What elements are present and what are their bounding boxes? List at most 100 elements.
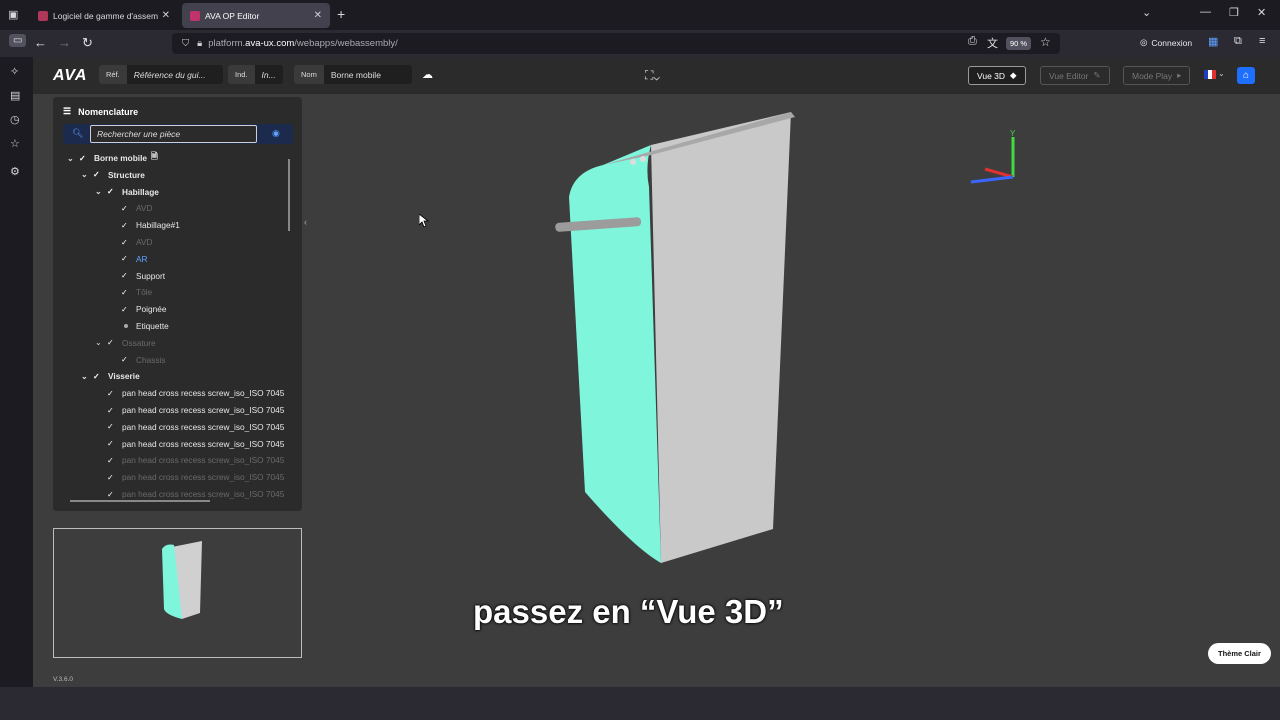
chevron-down-icon[interactable]: ⌄ [1218, 69, 1225, 78]
tree-item[interactable]: ✓ pan head cross recess screw_iso_ISO 704… [95, 452, 284, 468]
tree-item[interactable]: ✓ Chassis [109, 352, 166, 368]
tree-item[interactable]: ⌄ ✓ Borne mobile 🗎 [67, 150, 158, 166]
vue3d-button[interactable]: Vue 3D ◆ [968, 66, 1026, 85]
tree-item[interactable]: ✓ pan head cross recess screw_iso_ISO 704… [95, 469, 284, 485]
browser-tab-1[interactable]: Logiciel de gamme d'assemblage ✕ [30, 3, 178, 28]
search-input[interactable] [90, 125, 257, 143]
tree-item[interactable]: ✓ AR [109, 251, 148, 267]
tree-item[interactable]: ✓ Habillage#1 [109, 217, 180, 233]
back-icon[interactable]: ← [34, 35, 47, 50]
checkbox-icon[interactable]: ✓ [121, 221, 131, 230]
axis-gizmo[interactable]: Y [963, 127, 1023, 197]
cloud-icon[interactable]: ☁ [422, 68, 433, 81]
tree-item[interactable]: ✓ pan head cross recess screw_iso_ISO 704… [95, 436, 284, 452]
tree-item[interactable]: ✓ AVD [109, 234, 152, 250]
checkbox-icon[interactable]: ✓ [121, 238, 131, 247]
home-icon[interactable]: ⌂ [1237, 67, 1255, 84]
checkbox-icon[interactable]: ✓ [107, 490, 117, 499]
checkbox-icon[interactable]: ✓ [93, 372, 103, 381]
browser-tab-2[interactable]: AVA OP Editor ✕ [182, 3, 330, 28]
connexion-button[interactable]: ◎ Connexion [1140, 37, 1192, 48]
checkbox-icon[interactable]: ✓ [107, 422, 117, 431]
checkbox-icon[interactable]: ✓ [93, 170, 103, 179]
3d-model-viewport[interactable] [533, 97, 833, 577]
chevron-down-icon[interactable]: ⌄ [67, 154, 79, 163]
checkbox-icon[interactable]: ✓ [121, 355, 131, 364]
tree-item[interactable]: ⌄ ✓ Visserie [81, 368, 140, 384]
tree-scrollbar-horizontal[interactable] [70, 500, 210, 502]
new-tab-icon[interactable]: + [337, 6, 345, 22]
language-flag-icon[interactable] [1204, 70, 1216, 79]
checkbox-icon[interactable]: ✓ [107, 406, 117, 415]
menu-hamburger-icon[interactable]: ≡ [1259, 35, 1265, 47]
checkbox-icon[interactable]: ✓ [121, 204, 131, 213]
sparkle-icon[interactable]: ✧ [10, 65, 19, 78]
tree-item-label: Support [136, 270, 166, 281]
tree-item[interactable]: Etiquette [109, 318, 169, 334]
checkbox-icon[interactable]: ✓ [121, 271, 131, 280]
forward-icon[interactable]: → [58, 35, 71, 50]
mode-play-button[interactable]: Mode Play ▸ [1123, 66, 1191, 85]
gear-icon[interactable]: ⚙ [10, 165, 20, 178]
star-icon[interactable]: ☆ [10, 137, 20, 150]
minimize-icon[interactable]: — [1200, 6, 1211, 18]
index-value: In... [261, 69, 276, 80]
reader-mode-icon[interactable]: ⎙ [968, 35, 977, 48]
eye-icon[interactable]: ◉ [272, 128, 280, 139]
zoom-level[interactable]: 90 % [1006, 37, 1032, 50]
checkbox-icon[interactable]: ✓ [107, 473, 117, 482]
collapse-panel-icon[interactable]: ‹ [304, 217, 307, 227]
chevron-down-icon[interactable]: ⌄ [81, 170, 93, 179]
checkbox-icon[interactable]: ✓ [107, 338, 117, 347]
bookmark-star-icon[interactable]: ☆ [1040, 35, 1051, 49]
chevron-down-icon[interactable]: ⌄ [95, 187, 107, 196]
checkbox-icon[interactable]: ✓ [121, 254, 131, 263]
tree-item[interactable]: ✓ Poignée [109, 301, 166, 317]
tree-item[interactable]: ⌄ ✓ Ossature [95, 335, 156, 351]
chevron-down-icon[interactable]: ⌄ [95, 338, 107, 347]
restore-icon[interactable]: ❐ [1229, 6, 1239, 19]
reference-field[interactable]: Réf. Référence du gui... [99, 65, 223, 84]
tree-item[interactable]: ⌄ ✓ Structure [81, 167, 145, 183]
checkbox-icon[interactable]: ✓ [107, 187, 117, 196]
theme-toggle-button[interactable]: Thème Clair [1208, 643, 1271, 664]
checkbox-icon[interactable]: ✓ [107, 439, 117, 448]
search-icon[interactable]: 🔍︎ [72, 128, 83, 139]
tree-scrollbar-vertical[interactable] [288, 159, 290, 231]
sidebar-toggle-icon[interactable]: ▭ [9, 34, 27, 47]
translate-icon[interactable]: 文 [987, 35, 998, 51]
index-field[interactable]: Ind. In... [228, 65, 283, 84]
chevron-down-icon[interactable]: ⌄ [81, 372, 93, 381]
url-bar[interactable]: ⛉ 🔒︎ platform. ava-ux.com/webapps/webasse… [172, 33, 1060, 54]
document-icon[interactable]: 🗎 [151, 151, 158, 165]
checkbox-icon[interactable]: ✓ [79, 154, 89, 163]
shield-icon[interactable]: ⛉ [182, 38, 189, 49]
chevron-down-icon[interactable]: ⌄ [1142, 6, 1151, 19]
tree-item[interactable]: ⌄ ✓ Habillage [95, 184, 159, 200]
checkbox-icon[interactable]: ✓ [121, 288, 131, 297]
tree-item[interactable]: ✓ Support [109, 268, 165, 284]
extensions-puzzle-icon[interactable]: ⧉ [1234, 35, 1242, 48]
reload-icon[interactable]: ↻ [82, 35, 93, 51]
reference-label: Réf. [99, 65, 127, 84]
tree-item[interactable]: ✓ pan head cross recess screw_iso_ISO 704… [95, 402, 284, 418]
camera-view-icon[interactable]: ⛶⌄ [645, 68, 660, 83]
checkbox-icon[interactable]: ✓ [107, 456, 117, 465]
name-field[interactable]: Nom Borne mobile [294, 65, 412, 84]
clock-icon[interactable]: ◷ [10, 113, 20, 126]
model-preview[interactable] [53, 528, 302, 658]
close-tab-icon[interactable]: ✕ [314, 10, 322, 21]
tree-item[interactable]: ✓ pan head cross recess screw_iso_ISO 704… [95, 419, 284, 435]
tree-item[interactable]: ✓ AVD [109, 200, 152, 216]
vue-editor-button[interactable]: Vue Editor ✎ [1040, 66, 1110, 85]
tab-list-icon[interactable]: ▣ [8, 8, 18, 21]
history-doc-icon[interactable]: ▤ [10, 89, 20, 102]
tree-item[interactable]: ✓ Tôle [109, 284, 152, 300]
close-window-icon[interactable]: ✕ [1257, 6, 1266, 19]
list-icon[interactable]: ☰ [63, 106, 71, 117]
checkbox-icon[interactable]: ✓ [121, 305, 131, 314]
close-tab-icon[interactable]: ✕ [162, 10, 170, 21]
extension-icon[interactable]: ▦ [1208, 35, 1218, 48]
checkbox-icon[interactable]: ✓ [107, 389, 117, 398]
tree-item[interactable]: ✓ pan head cross recess screw_iso_ISO 704… [95, 385, 284, 401]
